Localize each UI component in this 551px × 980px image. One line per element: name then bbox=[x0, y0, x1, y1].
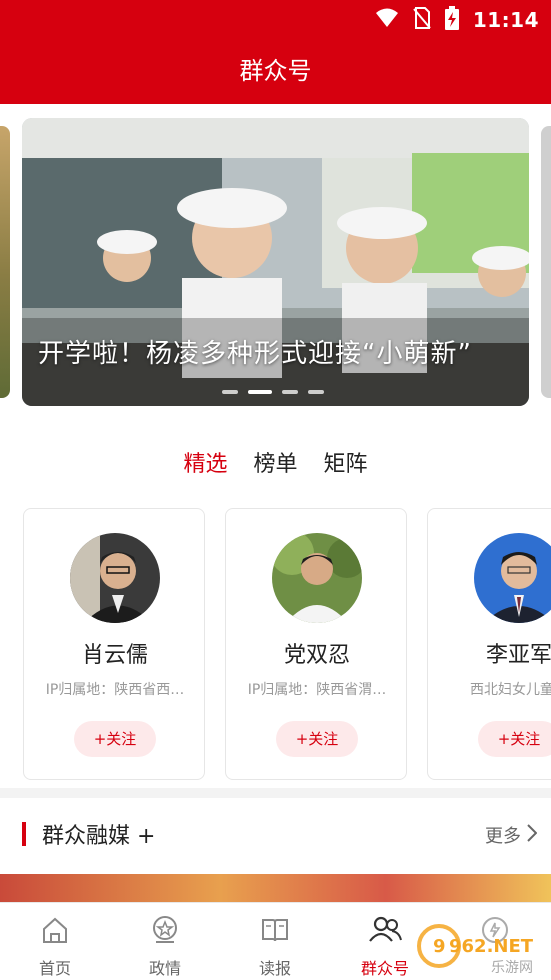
account-card[interactable]: 李亚军 西北妇女儿童医 +关注 bbox=[427, 508, 551, 780]
government-icon bbox=[150, 915, 180, 945]
account-location: IP归属地：陕西省西… bbox=[45, 682, 185, 698]
tab-ranking[interactable]: 榜单 bbox=[253, 446, 297, 478]
account-location: IP归属地：陕西省渭… bbox=[247, 682, 387, 698]
nav-label: 读报 bbox=[258, 959, 291, 978]
nav-label: 首页 bbox=[38, 959, 71, 978]
more-link[interactable]: 更多 bbox=[485, 822, 521, 848]
account-card[interactable]: 肖云儒 IP归属地：陕西省西… +关注 bbox=[23, 508, 205, 780]
carousel-dot[interactable] bbox=[308, 390, 324, 394]
carousel-dot-active[interactable] bbox=[248, 390, 272, 394]
nav-home[interactable]: 首页 bbox=[0, 903, 110, 980]
battery-charging-icon bbox=[444, 6, 459, 34]
section-divider bbox=[0, 788, 551, 798]
banner-carousel[interactable]: 开学啦！杨凌多种形式迎接“小萌新” bbox=[0, 118, 551, 406]
nav-label: 政情 bbox=[148, 959, 181, 978]
page-title: 群众号 bbox=[239, 57, 312, 85]
nav-newspaper[interactable]: 读报 bbox=[220, 903, 330, 980]
previous-slide-preview[interactable] bbox=[0, 126, 10, 398]
watermark-logo: 9 962.NET 乐游网 bbox=[415, 922, 545, 976]
nav-government[interactable]: 政情 bbox=[110, 903, 220, 980]
account-cards: 肖云儒 IP归属地：陕西省西… +关注 党双忍 IP归属地：陕西省渭… +关注 bbox=[0, 508, 551, 784]
no-sim-icon bbox=[413, 6, 431, 34]
follow-button[interactable]: +关注 bbox=[276, 721, 358, 757]
media-banner-preview[interactable] bbox=[0, 874, 551, 902]
banner-slide[interactable]: 开学啦！杨凌多种形式迎接“小萌新” bbox=[22, 118, 529, 406]
banner-caption: 开学啦！杨凌多种形式迎接“小萌新” bbox=[38, 339, 472, 369]
status-bar: 11:14 bbox=[0, 0, 551, 38]
carousel-dot[interactable] bbox=[222, 390, 238, 394]
newspaper-icon bbox=[260, 915, 290, 945]
carousel-indicator bbox=[222, 390, 324, 394]
chevron-right-icon[interactable] bbox=[527, 824, 538, 846]
avatar[interactable] bbox=[474, 533, 551, 623]
tab-featured[interactable]: 精选 bbox=[183, 446, 227, 478]
status-time: 11:14 bbox=[472, 8, 539, 32]
people-icon bbox=[369, 915, 402, 945]
carousel-dot[interactable] bbox=[282, 390, 298, 394]
watermark-subtext: 乐游网 bbox=[491, 960, 533, 976]
follow-button[interactable]: +关注 bbox=[478, 721, 551, 757]
home-icon bbox=[40, 915, 70, 945]
avatar[interactable] bbox=[272, 533, 362, 623]
section-header: 群众融媒 + 更多 bbox=[0, 798, 551, 874]
tab-matrix[interactable]: 矩阵 bbox=[324, 446, 368, 478]
watermark-text: 962.NET bbox=[449, 936, 534, 957]
app-header: 群众号 bbox=[0, 38, 551, 104]
svg-text:9: 9 bbox=[433, 936, 446, 957]
category-tabs: 精选 榜单 矩阵 bbox=[0, 446, 551, 478]
avatar[interactable] bbox=[70, 533, 160, 623]
account-card[interactable]: 党双忍 IP归属地：陕西省渭… +关注 bbox=[225, 508, 407, 780]
section-title[interactable]: 群众融媒 + bbox=[42, 818, 155, 850]
account-location: 西北妇女儿童医 bbox=[470, 682, 551, 698]
account-name: 李亚军 bbox=[485, 643, 551, 668]
follow-button[interactable]: +关注 bbox=[74, 721, 156, 757]
next-slide-preview[interactable] bbox=[541, 126, 551, 398]
wifi-icon bbox=[375, 7, 399, 33]
section-accent-bar bbox=[22, 822, 26, 846]
bottom-navigation: 首页 政情 读报 群众号 9 962.NET 乐游网 bbox=[0, 902, 551, 980]
account-name: 肖云儒 bbox=[81, 643, 148, 668]
account-name: 党双忍 bbox=[283, 643, 350, 668]
